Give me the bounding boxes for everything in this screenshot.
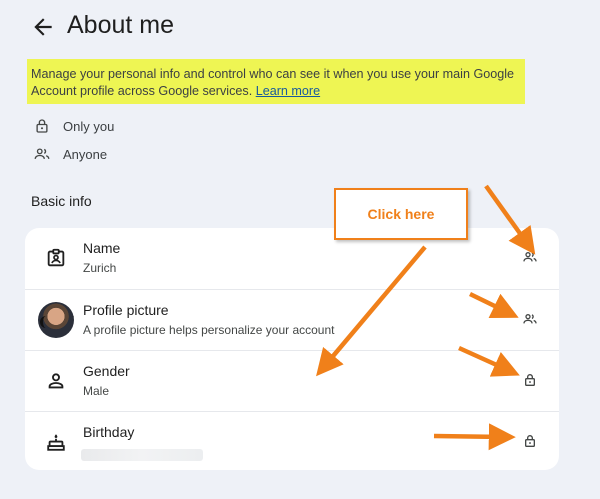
page-title: About me xyxy=(67,11,175,39)
row-label-profile-picture: Profile picture xyxy=(83,302,169,318)
back-arrow-icon[interactable] xyxy=(30,14,56,40)
row-label-birthday: Birthday xyxy=(83,424,135,440)
callout-text: Click here xyxy=(367,206,435,222)
row-gender[interactable]: Gender Male xyxy=(25,350,559,412)
people-icon xyxy=(34,148,50,159)
row-profile-picture[interactable]: Profile picture A profile picture helps … xyxy=(25,289,559,351)
people-icon xyxy=(523,314,537,324)
info-banner: Manage your personal info and control wh… xyxy=(27,59,525,104)
legend-only-you: Only you xyxy=(33,116,114,136)
people-icon xyxy=(523,252,537,262)
lock-icon xyxy=(525,374,535,386)
row-name[interactable]: Name Zurich xyxy=(25,228,559,289)
lock-icon xyxy=(36,119,48,133)
lock-icon xyxy=(525,435,535,447)
badge-icon xyxy=(47,248,65,267)
row-value-name: Zurich xyxy=(83,261,117,275)
row-label-gender: Gender xyxy=(83,363,130,379)
avatar xyxy=(38,302,74,338)
click-here-callout: Click here xyxy=(334,188,468,240)
row-label-name: Name xyxy=(83,240,121,256)
cake-icon xyxy=(47,434,65,451)
section-heading-basic-info: Basic info xyxy=(31,193,92,209)
row-birthday[interactable]: Birthday xyxy=(25,411,559,473)
legend-label-only-you: Only you xyxy=(63,118,115,134)
learn-more-link[interactable]: Learn more xyxy=(256,84,320,98)
person-icon xyxy=(48,373,64,389)
legend-anyone: Anyone xyxy=(33,144,107,164)
banner-text: Manage your personal info and control wh… xyxy=(31,66,523,100)
redacted-birthday xyxy=(81,449,203,461)
row-value-profile-picture: A profile picture helps personalize your… xyxy=(83,323,335,337)
basic-info-card: Name Zurich Profile picture A profile pi… xyxy=(25,228,559,470)
row-value-gender: Male xyxy=(83,384,110,398)
legend-label-anyone: Anyone xyxy=(63,146,108,162)
